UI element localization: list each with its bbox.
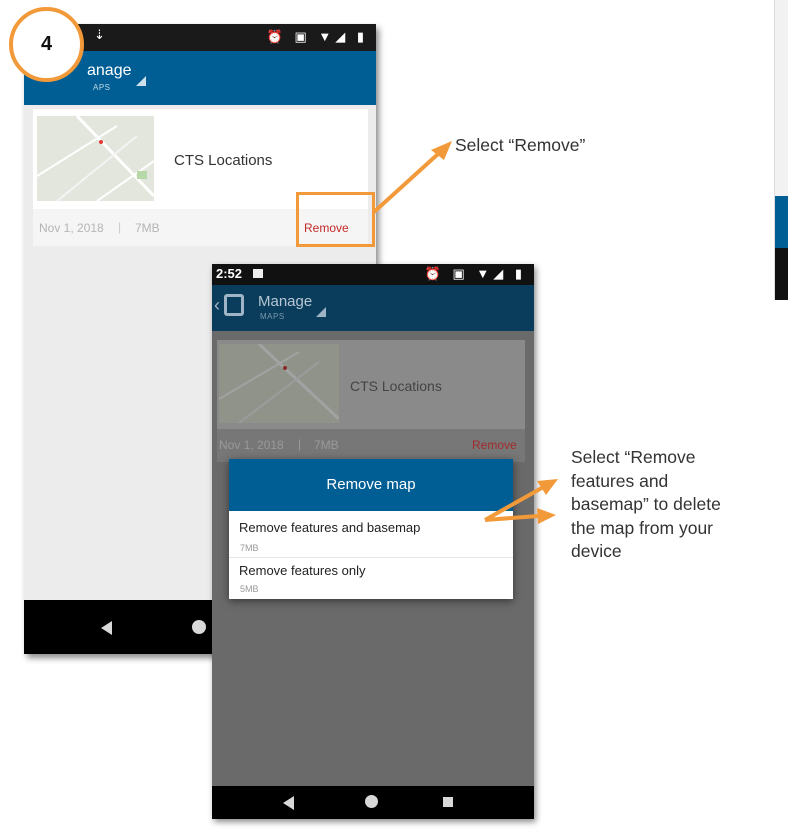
recent-apps-icon[interactable]	[443, 797, 453, 807]
back-icon[interactable]	[101, 621, 112, 635]
home-icon[interactable]	[365, 795, 378, 808]
remove-link: Remove	[472, 438, 517, 452]
download-icon: ⇣	[94, 27, 105, 42]
callout-line: the map from your	[571, 517, 713, 538]
dropdown-triangle-icon[interactable]	[136, 76, 146, 86]
step-number-badge: 4	[9, 7, 84, 82]
arrow-to-remove-callout	[372, 152, 440, 214]
callout-select-remove-basemap: Select “Remove features and basemap” to …	[571, 446, 786, 564]
neighbor-screenshot-edge	[774, 0, 788, 300]
page-subtitle: MAPS	[260, 312, 285, 321]
map-thumbnail-graphic	[219, 344, 339, 423]
page-title: anage	[87, 62, 132, 79]
remove-highlight-box	[296, 192, 375, 247]
option-label: Remove features and basemap	[239, 520, 421, 535]
dropdown-triangle-icon[interactable]	[316, 307, 326, 317]
card-size: 7MB	[314, 438, 339, 452]
footer-separator: |	[298, 437, 302, 451]
card-date: Nov 1, 2018	[39, 221, 104, 235]
option-size: 7MB	[240, 543, 259, 553]
card-date: Nov 1, 2018	[219, 438, 284, 452]
back-chevron-icon[interactable]: ‹	[214, 295, 220, 316]
back-icon[interactable]	[283, 796, 294, 810]
callout-select-remove: Select “Remove”	[455, 135, 586, 155]
navigation-bar	[212, 786, 534, 819]
image-notification-icon	[253, 269, 263, 278]
callout-line: Select “Remove	[571, 447, 696, 467]
status-time: 2:52	[216, 266, 243, 281]
arrow-head	[431, 141, 452, 160]
map-thumbnail-graphic	[37, 116, 154, 201]
map-thumbnail	[37, 116, 154, 201]
page-subtitle: APS	[93, 83, 111, 92]
arrow-head	[537, 479, 558, 495]
neighbor-navbar-strip	[775, 248, 788, 300]
option-label: Remove features only	[239, 563, 366, 578]
callout-line: features and	[571, 470, 669, 491]
map-thumbnail	[219, 344, 339, 423]
card-size: 7MB	[135, 221, 160, 235]
neighbor-appbar-strip	[775, 196, 788, 248]
app-bar: ‹ Manage MAPS	[212, 285, 534, 331]
status-bar: 2:52 ⏰ ▣ ▼◢ ▮	[212, 264, 534, 285]
card-footer: Nov 1, 2018 | 7MB Remove	[217, 429, 525, 462]
footer-separator: |	[118, 220, 122, 234]
home-icon[interactable]	[192, 620, 206, 634]
option-size: 5MB	[240, 584, 259, 594]
remove-map-dialog: Remove map Remove features and basemap 7…	[229, 459, 513, 599]
status-icons: ⏰ ▣ ▼◢ ▮	[266, 29, 368, 44]
option-remove-features-only[interactable]: Remove features only 5MB	[229, 558, 513, 599]
callout-line: device	[571, 541, 622, 561]
dialog-title: Remove map	[229, 459, 513, 511]
card-title: CTS Locations	[174, 152, 273, 169]
app-logo-icon	[224, 294, 244, 316]
status-icons: ⏰ ▣ ▼◢ ▮	[424, 266, 526, 281]
map-card: CTS Locations Nov 1, 2018 | 7MB Remove	[217, 340, 525, 462]
page-title: Manage	[258, 293, 313, 310]
phone-screenshot-remove-dialog: 2:52 ⏰ ▣ ▼◢ ▮ ‹ Manage MAPS CTS Location…	[212, 264, 534, 819]
arrow-head	[537, 508, 556, 524]
callout-line: basemap” to delete	[571, 494, 721, 514]
card-title: CTS Locations	[350, 378, 442, 394]
option-remove-features-and-basemap[interactable]: Remove features and basemap 7MB	[229, 511, 513, 555]
